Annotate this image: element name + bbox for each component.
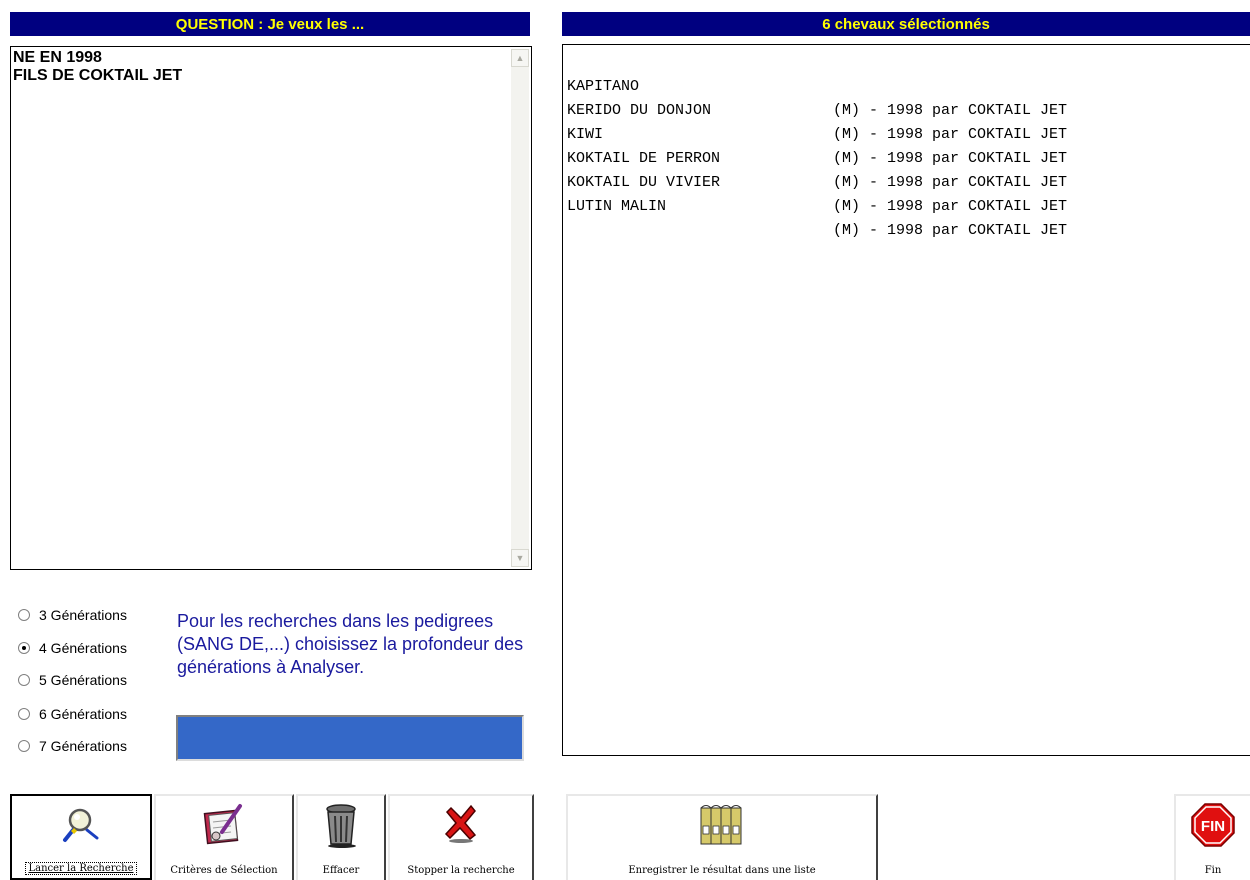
exit-button-label: Fin xyxy=(1204,865,1222,876)
clear-button-label: Effacer xyxy=(322,865,360,876)
radio-label: 5 Générations xyxy=(39,672,127,688)
radio-button-icon[interactable] xyxy=(18,609,30,621)
question-title: QUESTION : Je veux les ... xyxy=(175,15,365,33)
list-item[interactable]: LUTIN MALIN (M) - 1998 par COKTAIL JET xyxy=(567,171,1067,267)
exit-button[interactable]: FIN Fin xyxy=(1174,794,1250,880)
question-text-area[interactable]: NE EN 1998 FILS DE COKTAIL JET ▲ ▼ xyxy=(10,46,532,570)
clear-button[interactable]: Effacer xyxy=(296,794,386,880)
results-title: 6 chevaux sélectionnés xyxy=(822,15,990,33)
results-list[interactable]: KAPITANO (M) - 1998 par COKTAIL JET KERI… xyxy=(562,44,1250,756)
radio-label: 3 Générations xyxy=(39,607,127,623)
stop-search-button[interactable]: Stopper la recherche xyxy=(388,794,534,880)
red-x-icon xyxy=(441,802,481,849)
selection-criteria-button[interactable]: Critères de Sélection xyxy=(154,794,294,880)
horse-info: (M) - 1998 par COKTAIL JET xyxy=(833,102,1068,119)
radio-button-checked-icon[interactable] xyxy=(18,642,30,654)
radio-4-generations[interactable]: 4 Générations xyxy=(18,637,127,659)
save-to-list-button[interactable]: Enregistrer le résultat dans une liste xyxy=(566,794,878,880)
stop-button-label: Stopper la recherche xyxy=(407,865,515,876)
save-list-button-label: Enregistrer le résultat dans une liste xyxy=(628,865,816,876)
progress-bar xyxy=(176,715,524,761)
trash-can-icon xyxy=(321,802,361,853)
stop-sign-text: FIN xyxy=(1201,818,1225,835)
scroll-up-arrow-icon[interactable]: ▲ xyxy=(511,49,529,67)
magnifier-icon xyxy=(59,802,103,851)
question-criteria-text: NE EN 1998 FILS DE COKTAIL JET xyxy=(13,49,183,84)
radio-label: 6 Générations xyxy=(39,706,127,722)
question-scrollbar[interactable]: ▲ ▼ xyxy=(511,49,529,567)
horse-info: (M) - 1998 par COKTAIL JET xyxy=(833,174,1068,191)
generations-help-text: Pour les recherches dans les pedigrees (… xyxy=(177,611,524,677)
progress-fill xyxy=(178,717,522,759)
search-button-label: Lancer la Recherche xyxy=(12,862,150,875)
radio-3-generations[interactable]: 3 Générations xyxy=(18,604,127,626)
radio-button-icon[interactable] xyxy=(18,674,30,686)
horse-name: LUTIN MALIN xyxy=(567,198,667,215)
radio-5-generations[interactable]: 5 Générations xyxy=(18,669,127,691)
results-title-bar: 6 chevaux sélectionnés xyxy=(562,12,1250,36)
radio-button-icon[interactable] xyxy=(18,740,30,752)
radio-6-generations[interactable]: 6 Générations xyxy=(18,703,127,725)
radio-7-generations[interactable]: 7 Générations xyxy=(18,735,127,757)
radio-label: 7 Générations xyxy=(39,738,127,754)
horse-info: (M) - 1998 par COKTAIL JET xyxy=(833,222,1068,239)
radio-label: 4 Générations xyxy=(39,640,127,656)
horse-info: (M) - 1998 par COKTAIL JET xyxy=(833,126,1068,143)
question-title-bar: QUESTION : Je veux les ... xyxy=(10,12,530,36)
stop-sign-icon: FIN xyxy=(1190,802,1236,853)
binders-icon xyxy=(698,802,746,853)
search-button[interactable]: Lancer la Recherche xyxy=(10,794,152,880)
scroll-down-arrow-icon[interactable]: ▼ xyxy=(511,549,529,567)
criteria-button-label: Critères de Sélection xyxy=(170,865,278,876)
horse-info: (M) - 1998 par COKTAIL JET xyxy=(833,150,1068,167)
radio-button-icon[interactable] xyxy=(18,708,30,720)
notebook-pencil-icon xyxy=(196,802,252,851)
horse-info: (M) - 1998 par COKTAIL JET xyxy=(833,198,1068,215)
